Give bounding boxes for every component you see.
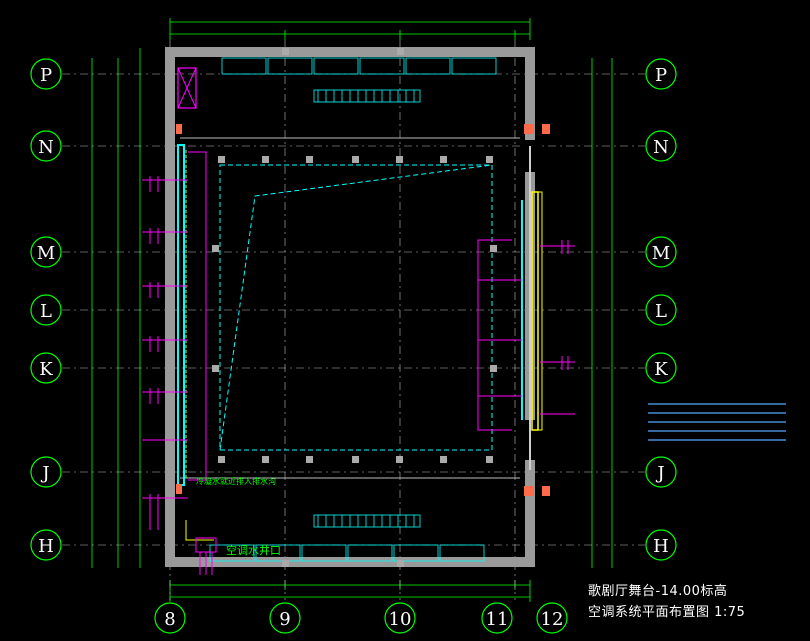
axis-label-row-J-right: J [655, 463, 664, 484]
shaft-label: 空调水井口 [226, 543, 281, 557]
axis-label-row-P-right: P [655, 65, 667, 86]
axis-label-row-N-left: N [38, 137, 54, 158]
axis-label-row-K-right: K [654, 359, 668, 380]
axis-label-col-8: 8 [164, 609, 175, 630]
axis-label-row-N-right: N [653, 137, 669, 158]
cooling-note: 冷凝水就近排入排水沟 [196, 476, 276, 486]
drawing-title-line-2: 空调系统平面布置图 1:75 [588, 605, 746, 620]
floor-plan-drawing: 冷凝水就近排入排水沟 空调水井口 P N M L K J H P N M L K… [0, 0, 810, 641]
axis-label-row-P-left: P [40, 65, 52, 86]
drawing-title-line-1: 歌剧厅舞台-14.00标高 [588, 584, 728, 599]
axis-label-row-J-left: J [40, 463, 49, 484]
axis-label-row-H-right: H [653, 536, 669, 557]
axis-label-row-M-left: M [37, 243, 55, 264]
axis-label-col-10: 10 [389, 609, 412, 630]
axis-label-col-12: 12 [541, 609, 564, 630]
axis-label-row-H-left: H [38, 536, 54, 557]
axis-label-row-M-right: M [652, 243, 670, 264]
axis-label-row-K-left: K [39, 359, 53, 380]
axis-label-col-11: 11 [486, 609, 509, 630]
axis-label-row-L-right: L [655, 301, 667, 322]
axis-label-col-9: 9 [279, 609, 290, 630]
axis-label-row-L-left: L [40, 301, 52, 322]
